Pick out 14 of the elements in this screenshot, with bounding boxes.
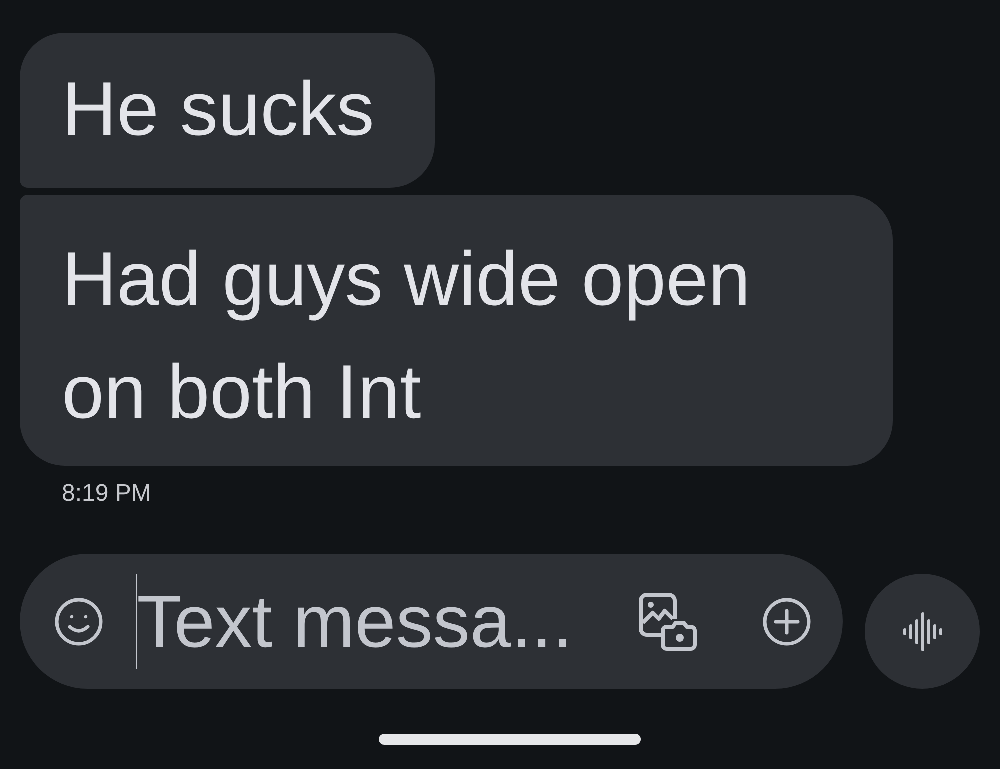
- image-camera-icon: [639, 592, 697, 651]
- message-bubble: He sucks: [20, 33, 435, 188]
- text-cursor-icon: [136, 574, 138, 670]
- message-field[interactable]: Text messa...: [20, 554, 843, 690]
- waveform-icon: [902, 612, 942, 652]
- gallery-button[interactable]: [639, 592, 697, 651]
- plus-circle-icon: [763, 598, 811, 646]
- smiley-icon: [55, 598, 103, 646]
- message-time: 8:19 PM: [62, 480, 152, 509]
- message-input[interactable]: Text messa...: [137, 572, 623, 672]
- home-indicator[interactable]: [379, 734, 641, 746]
- message-bubble: Had guys wide open on both Int: [20, 195, 893, 466]
- emoji-button[interactable]: [55, 598, 103, 646]
- add-button[interactable]: [763, 598, 811, 646]
